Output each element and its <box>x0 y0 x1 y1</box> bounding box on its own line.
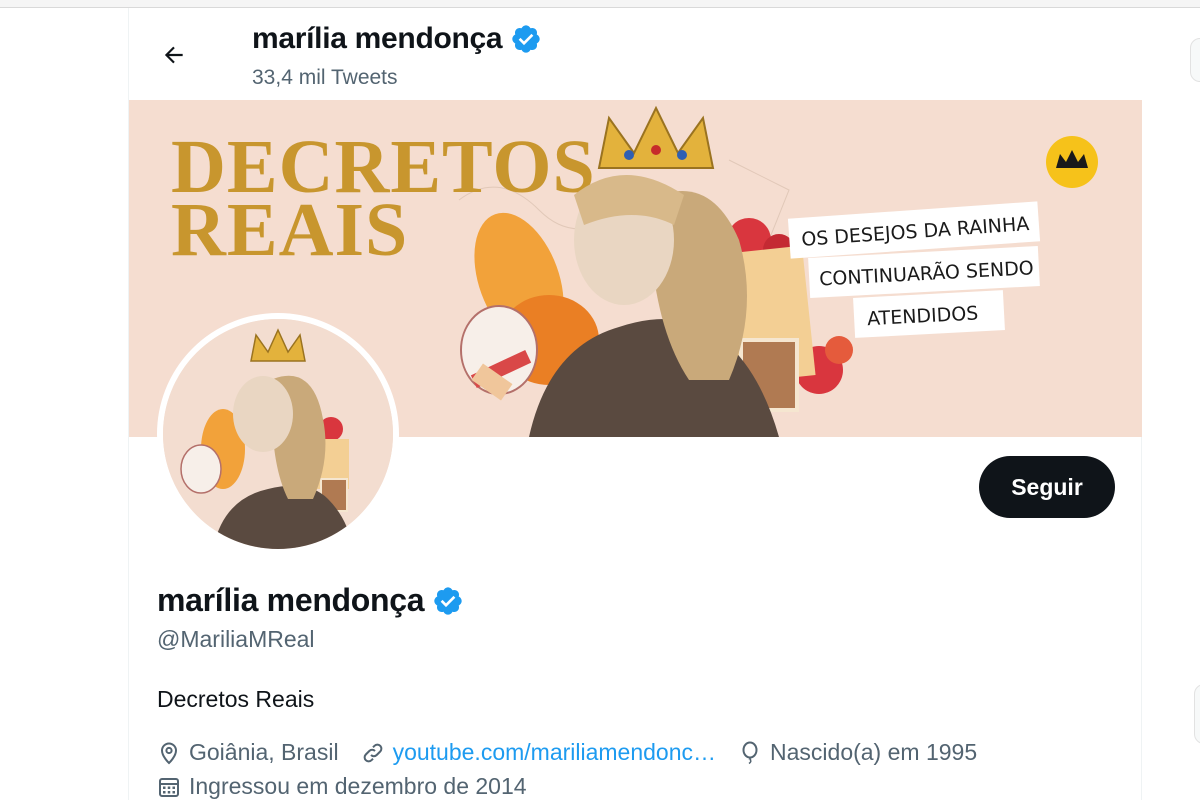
profile-meta: Goiânia, Brasil youtube.com/mariliamendo… <box>157 739 999 766</box>
link-icon <box>363 743 382 762</box>
follow-button[interactable]: Seguir <box>979 456 1115 518</box>
profile-column: marília mendonça 33,4 mil Tweets DECRETO… <box>128 8 1143 800</box>
right-sidebar-edge <box>1142 8 1200 800</box>
header-name-text: marília mendonça <box>252 22 503 55</box>
joined-item: Ingressou em dezembro de 2014 <box>157 773 527 800</box>
location-pin-icon <box>160 742 178 764</box>
avatar-artwork <box>163 319 393 549</box>
banner-title-line2: REAIS <box>171 188 408 272</box>
tweet-count: 33,4 mil Tweets <box>252 66 398 89</box>
verified-badge-icon <box>434 586 462 615</box>
sidebar-card-edge <box>1190 38 1200 82</box>
verified-badge-icon <box>512 25 540 53</box>
profile-handle: @MariliaMReal <box>157 626 315 652</box>
location-text: Goiânia, Brasil <box>189 739 339 765</box>
location-item: Goiânia, Brasil <box>157 739 339 766</box>
website-link[interactable]: youtube.com/mariliamendonc… <box>393 739 716 766</box>
profile-bio: Decretos Reais <box>157 686 315 712</box>
website-item: youtube.com/mariliamendonc… <box>361 739 716 766</box>
back-button[interactable] <box>157 38 191 72</box>
profile-name: marília mendonça <box>157 582 464 619</box>
balloon-icon <box>742 741 758 764</box>
calendar-icon <box>159 777 179 797</box>
crown-emblem-icon <box>1046 136 1098 188</box>
profile-avatar[interactable] <box>157 313 399 555</box>
sidebar-card-edge-bottom <box>1194 684 1200 744</box>
browser-top-edge <box>0 0 1200 8</box>
header-profile-name: marília mendonça <box>252 22 542 56</box>
profile-header: marília mendonça 33,4 mil Tweets <box>129 8 1143 100</box>
birth-text: Nascido(a) em 1995 <box>770 739 978 765</box>
birth-item: Nascido(a) em 1995 <box>738 739 977 766</box>
arrow-left-icon <box>164 46 183 64</box>
joined-text: Ingressou em dezembro de 2014 <box>189 773 527 799</box>
profile-name-text: marília mendonça <box>157 582 425 618</box>
